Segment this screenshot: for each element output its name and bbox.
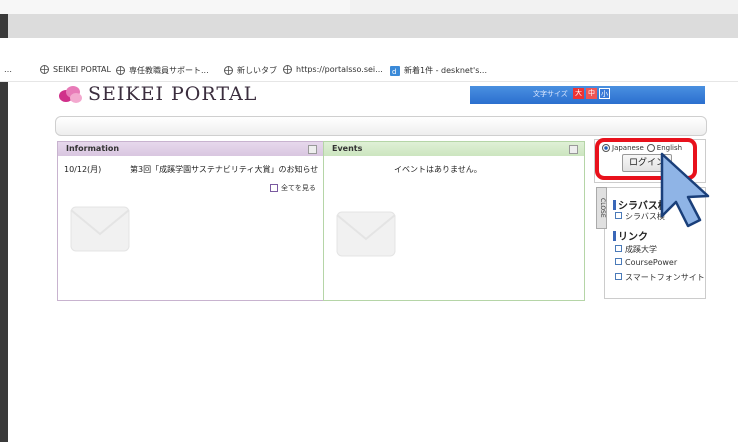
link-seikei-university[interactable]: 成蹊大学: [615, 244, 657, 255]
bookmark-staff-support[interactable]: 専任教職員サポート...: [116, 65, 209, 76]
font-size-label: 文字サイズ: [533, 90, 568, 98]
menu-bar: [55, 116, 707, 136]
envelope-watermark-icon: [70, 206, 130, 252]
font-size-medium-button[interactable]: 中: [586, 88, 597, 99]
tab-strip: [0, 14, 738, 38]
globe-icon: [224, 66, 233, 75]
font-size-small-button[interactable]: 小: [599, 88, 610, 99]
bookmark-portalsso[interactable]: https://portalsso.sei...: [283, 65, 383, 74]
arrow-box-icon: [615, 212, 622, 219]
envelope-watermark-icon: [336, 211, 396, 257]
bookmark-desknets[interactable]: d 新着1件 - desknet's...: [390, 65, 487, 76]
app-icon: d: [390, 65, 400, 76]
section-marker-icon: [613, 231, 616, 241]
arrow-box-icon: [270, 184, 278, 192]
bookmark-seikei-portal[interactable]: SEIKEI PORTAL: [40, 65, 111, 74]
arrow-box-icon: [615, 245, 622, 252]
collapse-icon[interactable]: [569, 145, 578, 154]
link-smartphone-site[interactable]: スマートフォンサイト: [615, 272, 705, 283]
events-empty-message: イベントはありません。: [394, 165, 482, 174]
portal-logo[interactable]: SEIKEI PORTAL: [58, 83, 257, 105]
events-panel: Events イベントはありません。: [323, 141, 585, 301]
section-marker-icon: [613, 200, 616, 210]
globe-icon: [40, 65, 49, 74]
seikei-logo-icon: [59, 86, 82, 103]
collapse-icon[interactable]: [308, 145, 317, 154]
bookmark-overflow[interactable]: …: [4, 65, 12, 74]
font-size-large-button[interactable]: 大: [573, 88, 584, 99]
info-item-link[interactable]: 第3回「成蹊学園サステナビリティ大賞」のお知らせ: [130, 164, 318, 175]
see-all-link[interactable]: 全てを見る: [270, 183, 316, 193]
active-tab[interactable]: [0, 0, 350, 15]
address-bar[interactable]: [0, 38, 738, 61]
information-panel: Information 10/12(月) 第3回「成蹊学園サステナビリティ大賞」…: [57, 141, 324, 301]
arrow-box-icon: [615, 258, 622, 265]
globe-icon: [283, 65, 292, 74]
close-tab[interactable]: CLOSE: [596, 187, 607, 229]
info-item-date: 10/12(月): [64, 165, 102, 174]
globe-icon: [116, 66, 125, 75]
events-header: Events: [324, 142, 584, 156]
links-heading: リンク: [613, 228, 648, 243]
link-coursepower[interactable]: CoursePower: [615, 258, 677, 267]
arrow-box-icon: [615, 273, 622, 280]
bookmarks-bar: … SEIKEI PORTAL 専任教職員サポート... 新しいタブ https…: [0, 60, 738, 82]
svg-text:d: d: [392, 68, 396, 76]
information-header: Information: [58, 142, 323, 156]
cursor-icon: [660, 152, 710, 228]
bookmark-new-tab[interactable]: 新しいタブ: [224, 65, 277, 76]
